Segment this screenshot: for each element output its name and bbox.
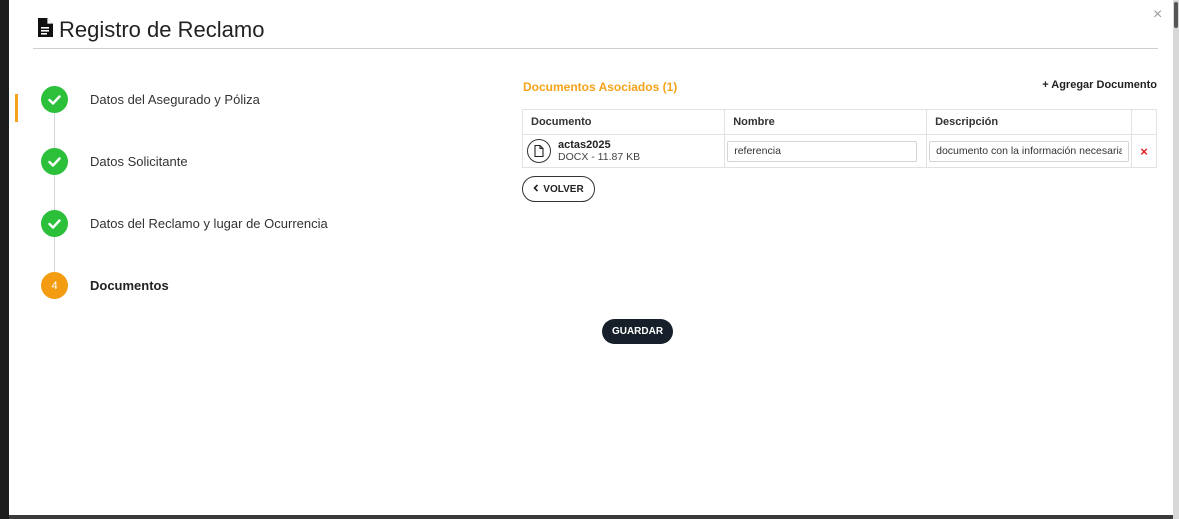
- column-header-documento: Documento: [521, 109, 726, 135]
- step-documentos[interactable]: 4 Documentos: [41, 272, 169, 299]
- chevron-left-icon: [533, 183, 539, 195]
- background-taskbar-edge: [9, 515, 1173, 519]
- document-cell: actas2025 DOCX - 11.87 KB: [521, 134, 726, 168]
- descripcion-cell: [926, 134, 1133, 168]
- modal-header: Registro de Reclamo: [37, 14, 264, 46]
- document-icon[interactable]: [527, 139, 551, 163]
- guardar-button[interactable]: GUARDAR: [602, 319, 673, 344]
- check-icon: [41, 148, 68, 175]
- nombre-cell: [724, 134, 928, 168]
- check-icon: [41, 210, 68, 237]
- title-divider: [33, 48, 1158, 49]
- table-header-row: Documento Nombre Descripción: [521, 109, 1157, 135]
- check-icon: [41, 86, 68, 113]
- step-datos-solicitante[interactable]: Datos Solicitante: [41, 148, 188, 175]
- file-icon: [37, 18, 53, 42]
- table-row: actas2025 DOCX - 11.87 KB ×: [521, 134, 1157, 168]
- documents-table: Documento Nombre Descripción actas2025 D…: [521, 109, 1157, 168]
- background-window-edge: [0, 0, 9, 519]
- step-label: Documentos: [90, 278, 169, 293]
- column-header-actions: [1131, 109, 1157, 135]
- documents-title: Documentos Asociados (1): [523, 80, 678, 94]
- descripcion-input[interactable]: [929, 140, 1130, 162]
- step-label: Datos del Asegurado y Póliza: [90, 92, 260, 107]
- document-file-name: actas2025: [558, 139, 611, 151]
- stepper-line: [54, 100, 55, 286]
- document-file-info: DOCX - 11.87 KB: [558, 151, 641, 163]
- scrollbar[interactable]: [1173, 0, 1179, 519]
- scrollbar-thumb[interactable]: [1174, 2, 1178, 28]
- step-datos-reclamo[interactable]: Datos del Reclamo y lugar de Ocurrencia: [41, 210, 328, 237]
- nombre-input[interactable]: [727, 140, 918, 162]
- delete-document-icon[interactable]: ×: [1131, 134, 1157, 168]
- add-document-link[interactable]: + Agregar Documento: [1042, 79, 1157, 91]
- step-label: Datos Solicitante: [90, 154, 188, 169]
- volver-button[interactable]: VOLVER: [522, 176, 595, 202]
- step-datos-asegurado[interactable]: Datos del Asegurado y Póliza: [41, 86, 260, 113]
- column-header-nombre: Nombre: [724, 109, 928, 135]
- step-number-badge: 4: [41, 272, 68, 299]
- modal-title: Registro de Reclamo: [59, 17, 265, 42]
- volver-label: VOLVER: [543, 183, 584, 195]
- step-label: Datos del Reclamo y lugar de Ocurrencia: [90, 216, 328, 231]
- background-accent: [15, 94, 18, 122]
- close-icon[interactable]: ×: [1153, 6, 1162, 24]
- column-header-descripcion: Descripción: [926, 109, 1133, 135]
